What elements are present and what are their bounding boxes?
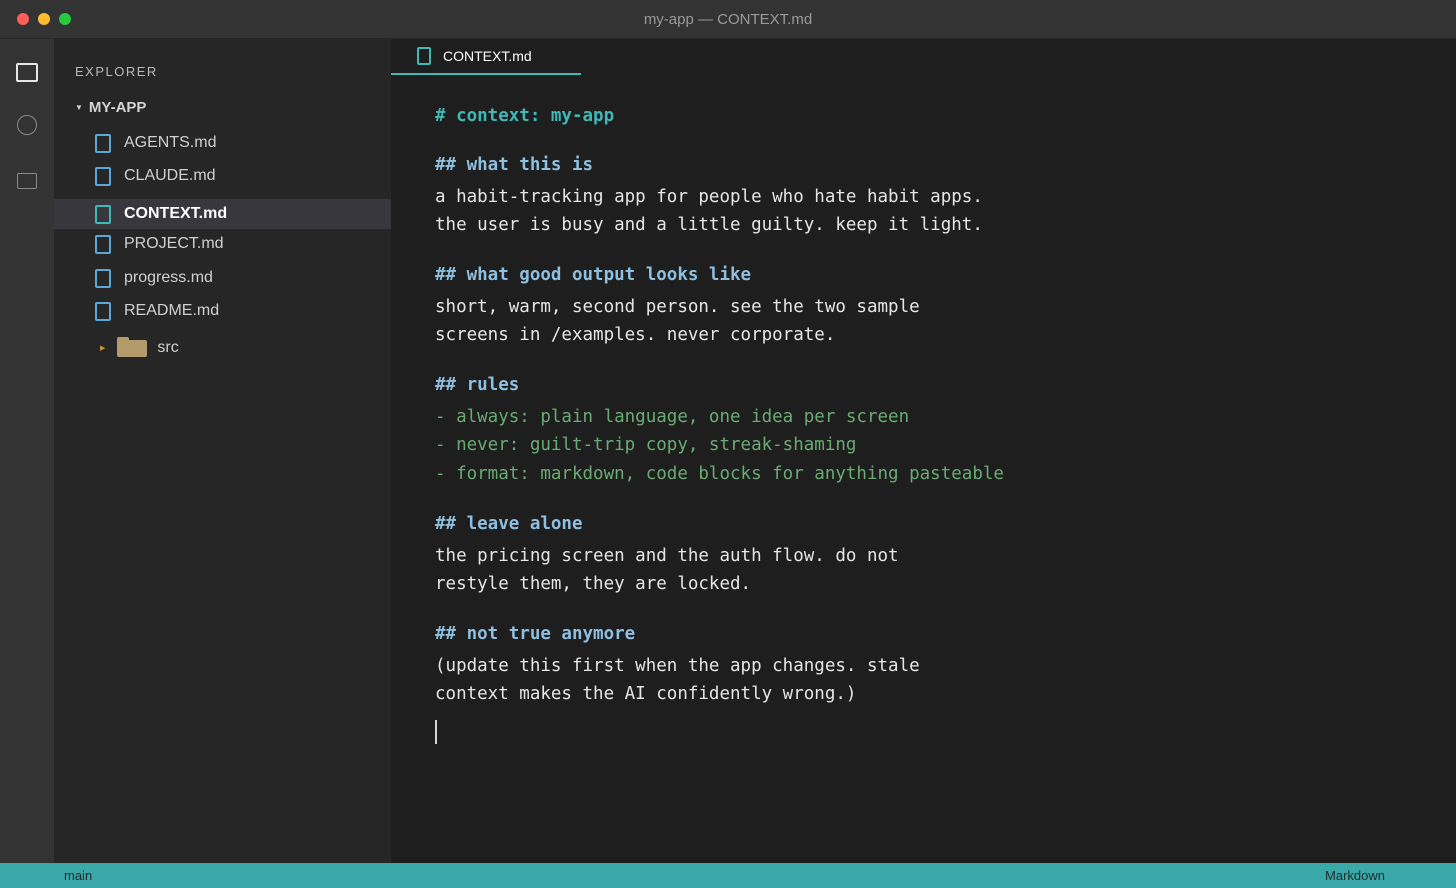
- window-title: my-app — CONTEXT.md: [643, 11, 813, 28]
- file-label: CLAUDE.md: [124, 167, 216, 184]
- file-item-claude[interactable]: CLAUDE.md: [54, 161, 391, 191]
- file-icon: [95, 234, 111, 254]
- tab-label: CONTEXT.md: [443, 48, 532, 64]
- file-label: CONTEXT.md: [124, 205, 228, 222]
- caret-right-icon: ▶: [100, 345, 106, 352]
- editor-tab-bar: CONTEXT.md: [391, 39, 1456, 75]
- list-line: - never: guilt-trip copy, streak-shaming: [435, 435, 857, 455]
- text-line: the pricing screen and the auth flow. do…: [435, 546, 899, 566]
- text-line: a habit-tracking app for people who hate…: [435, 187, 983, 207]
- explorer-sidebar: EXPLORER ▼ MY-APP AGENTS.md CLAUDE.md CO…: [54, 39, 391, 863]
- file-item-agents[interactable]: AGENTS.md: [54, 128, 391, 158]
- file-icon: [95, 204, 111, 224]
- heading-line: ## not true anymore: [435, 624, 636, 644]
- file-label: progress.md: [124, 269, 213, 286]
- file-icon: [417, 47, 431, 65]
- heading-line: ## what this is: [435, 155, 594, 175]
- folder-icon: [117, 336, 148, 357]
- file-label: AGENTS.md: [124, 134, 217, 151]
- text-line: the user is busy and a little guilty. ke…: [435, 215, 983, 235]
- heading-line: # context: my-app: [435, 106, 615, 126]
- file-item-progress[interactable]: progress.md: [54, 263, 391, 293]
- text-line: screens in /examples. never corporate.: [435, 325, 836, 345]
- file-item-context[interactable]: CONTEXT.md: [54, 199, 391, 229]
- text-line: context makes the AI confidently wrong.): [435, 684, 857, 704]
- file-item-readme[interactable]: README.md: [54, 296, 391, 326]
- file-item-project[interactable]: PROJECT.md: [54, 229, 391, 259]
- list-line: - always: plain language, one idea per s…: [435, 407, 910, 427]
- text-line: short, warm, second person. see the two …: [435, 297, 920, 317]
- heading-line: ## what good output looks like: [435, 265, 752, 285]
- project-root-label: MY-APP: [88, 99, 147, 116]
- editor-text-area[interactable]: # context: my-app ## what this is a habi…: [391, 75, 1456, 863]
- file-icon: [95, 268, 111, 288]
- file-label: PROJECT.md: [124, 235, 224, 252]
- folder-label: src: [157, 339, 179, 356]
- extensions-icon[interactable]: [17, 173, 37, 189]
- file-label: README.md: [124, 302, 220, 319]
- status-bar: main Markdown: [0, 863, 1456, 888]
- folder-item-src[interactable]: ▶ src: [54, 333, 391, 363]
- heading-line: ## rules: [435, 375, 520, 395]
- heading-line: ## leave alone: [435, 514, 583, 534]
- text-line: restyle them, they are locked.: [435, 574, 752, 594]
- git-branch-status[interactable]: main: [64, 868, 92, 883]
- sidebar-heading: EXPLORER: [75, 64, 158, 79]
- title-bar: my-app — CONTEXT.md: [0, 0, 1456, 39]
- language-mode-status[interactable]: Markdown: [1325, 868, 1385, 883]
- file-icon: [95, 166, 111, 186]
- project-root[interactable]: ▼ MY-APP: [75, 99, 146, 116]
- search-icon[interactable]: [17, 115, 37, 135]
- text-line: (update this first when the app changes.…: [435, 656, 920, 676]
- file-icon: [95, 301, 111, 321]
- file-icon: [95, 133, 111, 153]
- tab-context-md[interactable]: CONTEXT.md: [391, 39, 581, 75]
- list-line: - format: markdown, code blocks for anyt…: [435, 464, 1004, 484]
- text-cursor: [435, 720, 437, 744]
- caret-down-icon: ▼: [75, 103, 83, 112]
- activity-bar: [0, 39, 54, 863]
- explorer-icon[interactable]: [16, 63, 38, 82]
